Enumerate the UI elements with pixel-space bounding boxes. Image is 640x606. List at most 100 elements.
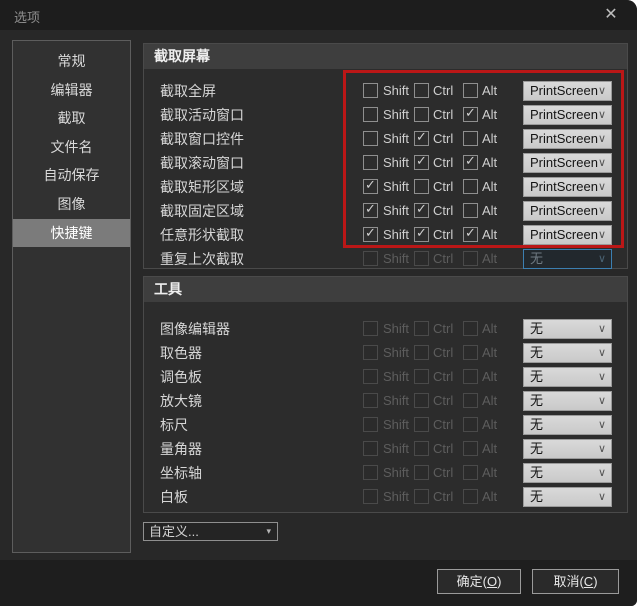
chevron-down-icon: ∨: [597, 109, 606, 121]
shift-checkbox[interactable]: ✓: [363, 369, 378, 384]
ctrl-checkbox[interactable]: ✓: [414, 417, 429, 432]
hotkey-row-label: 量角器: [160, 441, 202, 457]
ctrl-checkbox[interactable]: ✓: [414, 489, 429, 504]
alt-label: Alt: [482, 107, 498, 122]
hotkey-select[interactable]: PrintScreen ∨: [523, 177, 612, 197]
ctrl-checkbox[interactable]: ✓: [414, 321, 429, 336]
alt-checkbox[interactable]: ✓: [463, 489, 478, 504]
ctrl-checkbox[interactable]: ✓: [414, 129, 429, 146]
sidebar-item-5[interactable]: 图像: [13, 190, 130, 219]
shift-checkbox[interactable]: ✓: [363, 155, 378, 170]
alt-checkbox[interactable]: ✓: [463, 369, 478, 384]
ctrl-checkbox[interactable]: ✓: [414, 83, 429, 98]
hotkey-select[interactable]: 无 ∨: [523, 439, 612, 459]
hotkey-select[interactable]: 无 ∨: [523, 415, 612, 435]
sidebar-item-6[interactable]: 快捷键: [13, 218, 130, 248]
ctrl-checkbox[interactable]: ✓: [414, 107, 429, 122]
alt-checkbox[interactable]: ✓: [463, 179, 478, 194]
alt-checkbox[interactable]: ✓: [463, 345, 478, 360]
chevron-down-icon: ∨: [597, 395, 606, 407]
sidebar-item-0[interactable]: 常规: [13, 47, 130, 76]
ctrl-label: Ctrl: [433, 179, 454, 194]
shift-checkbox[interactable]: ✓: [363, 465, 378, 480]
shift-checkbox[interactable]: ✓: [363, 201, 378, 218]
ctrl-label: Ctrl: [433, 465, 454, 480]
hotkey-select[interactable]: 无 ∨: [523, 249, 612, 269]
cancel-button[interactable]: 取消(C): [532, 569, 619, 594]
shift-checkbox[interactable]: ✓: [363, 393, 378, 408]
hotkey-row: 取色器✓Shift✓Ctrl✓Alt无∨: [144, 341, 627, 365]
shift-checkbox[interactable]: ✓: [363, 83, 378, 98]
close-icon[interactable]: ✕: [599, 4, 623, 26]
shift-checkbox[interactable]: ✓: [363, 417, 378, 432]
chevron-down-icon: ∨: [597, 323, 606, 335]
options-dialog: 选项 ✕ 常规编辑器截取文件名自动保存图像快捷键 截取屏幕 截取全屏 ✓ Shift…: [0, 0, 637, 606]
shift-checkbox[interactable]: ✓: [363, 225, 378, 242]
ctrl-checkbox[interactable]: ✓: [414, 153, 429, 170]
alt-checkbox[interactable]: ✓: [463, 105, 478, 122]
shift-checkbox[interactable]: ✓: [363, 441, 378, 456]
ctrl-checkbox[interactable]: ✓: [414, 251, 429, 266]
alt-checkbox[interactable]: ✓: [463, 153, 478, 170]
alt-checkbox[interactable]: ✓: [463, 417, 478, 432]
alt-checkbox[interactable]: ✓: [463, 465, 478, 480]
ctrl-checkbox[interactable]: ✓: [414, 201, 429, 218]
sidebar-item-4[interactable]: 自动保存: [13, 161, 130, 190]
preset-dropdown[interactable]: 自定义... ▾: [143, 522, 278, 541]
hotkey-row: 截取矩形区域 ✓ Shift ✓ Ctrl ✓ Alt PrintScreen∨: [144, 175, 627, 199]
ctrl-checkbox[interactable]: ✓: [414, 225, 429, 242]
shift-checkbox[interactable]: ✓: [363, 345, 378, 360]
hotkey-row-label: 截取活动窗口: [160, 107, 244, 123]
hotkey-select[interactable]: 无 ∨: [523, 343, 612, 363]
hotkey-select[interactable]: PrintScreen ∨: [523, 81, 612, 101]
ctrl-checkbox[interactable]: ✓: [414, 393, 429, 408]
ok-button[interactable]: 确定(O): [437, 569, 521, 594]
shift-checkbox[interactable]: ✓: [363, 177, 378, 194]
alt-checkbox[interactable]: ✓: [463, 393, 478, 408]
hotkey-select[interactable]: PrintScreen ∨: [523, 225, 612, 245]
alt-checkbox[interactable]: ✓: [463, 131, 478, 146]
alt-checkbox[interactable]: ✓: [463, 83, 478, 98]
sidebar-item-3[interactable]: 文件名: [13, 133, 130, 162]
alt-checkbox[interactable]: ✓: [463, 251, 478, 266]
alt-label: Alt: [482, 227, 498, 242]
hotkey-select[interactable]: 无 ∨: [523, 487, 612, 507]
ctrl-checkbox[interactable]: ✓: [414, 465, 429, 480]
shift-checkbox[interactable]: ✓: [363, 321, 378, 336]
hotkey-row: 截取窗口控件 ✓ Shift ✓ Ctrl ✓ Alt PrintScreen∨: [144, 127, 627, 151]
ctrl-checkbox[interactable]: ✓: [414, 441, 429, 456]
shift-checkbox[interactable]: ✓: [363, 251, 378, 266]
shift-checkbox[interactable]: ✓: [363, 489, 378, 504]
shift-checkbox[interactable]: ✓: [363, 131, 378, 146]
shift-label: Shift: [383, 465, 410, 480]
alt-label: Alt: [482, 417, 498, 432]
ctrl-checkbox[interactable]: ✓: [414, 345, 429, 360]
hotkey-select[interactable]: PrintScreen ∨: [523, 129, 612, 149]
hotkey-select[interactable]: PrintScreen ∨: [523, 201, 612, 221]
hotkey-select[interactable]: 无 ∨: [523, 463, 612, 483]
ctrl-label: Ctrl: [433, 155, 454, 170]
hotkey-select[interactable]: 无 ∨: [523, 391, 612, 411]
shift-label: Shift: [383, 345, 410, 360]
hotkey-select[interactable]: PrintScreen ∨: [523, 105, 612, 125]
sidebar-item-2[interactable]: 截取: [13, 104, 130, 133]
ctrl-label: Ctrl: [433, 393, 454, 408]
alt-checkbox[interactable]: ✓: [463, 321, 478, 336]
alt-checkbox[interactable]: ✓: [463, 225, 478, 242]
ctrl-label: Ctrl: [433, 417, 454, 432]
shift-label: Shift: [383, 441, 410, 456]
alt-checkbox[interactable]: ✓: [463, 203, 478, 218]
sidebar-item-1[interactable]: 编辑器: [13, 76, 130, 105]
hotkey-select[interactable]: PrintScreen ∨: [523, 153, 612, 173]
ctrl-checkbox[interactable]: ✓: [414, 179, 429, 194]
ctrl-label: Ctrl: [433, 83, 454, 98]
alt-checkbox[interactable]: ✓: [463, 441, 478, 456]
hotkey-select[interactable]: 无 ∨: [523, 367, 612, 387]
shift-label: Shift: [383, 179, 410, 194]
hotkey-select[interactable]: 无 ∨: [523, 319, 612, 339]
shift-label: Shift: [383, 251, 410, 266]
checkmark-icon: ✓: [365, 201, 376, 216]
ctrl-checkbox[interactable]: ✓: [414, 369, 429, 384]
shift-checkbox[interactable]: ✓: [363, 107, 378, 122]
shift-label: Shift: [383, 369, 410, 384]
